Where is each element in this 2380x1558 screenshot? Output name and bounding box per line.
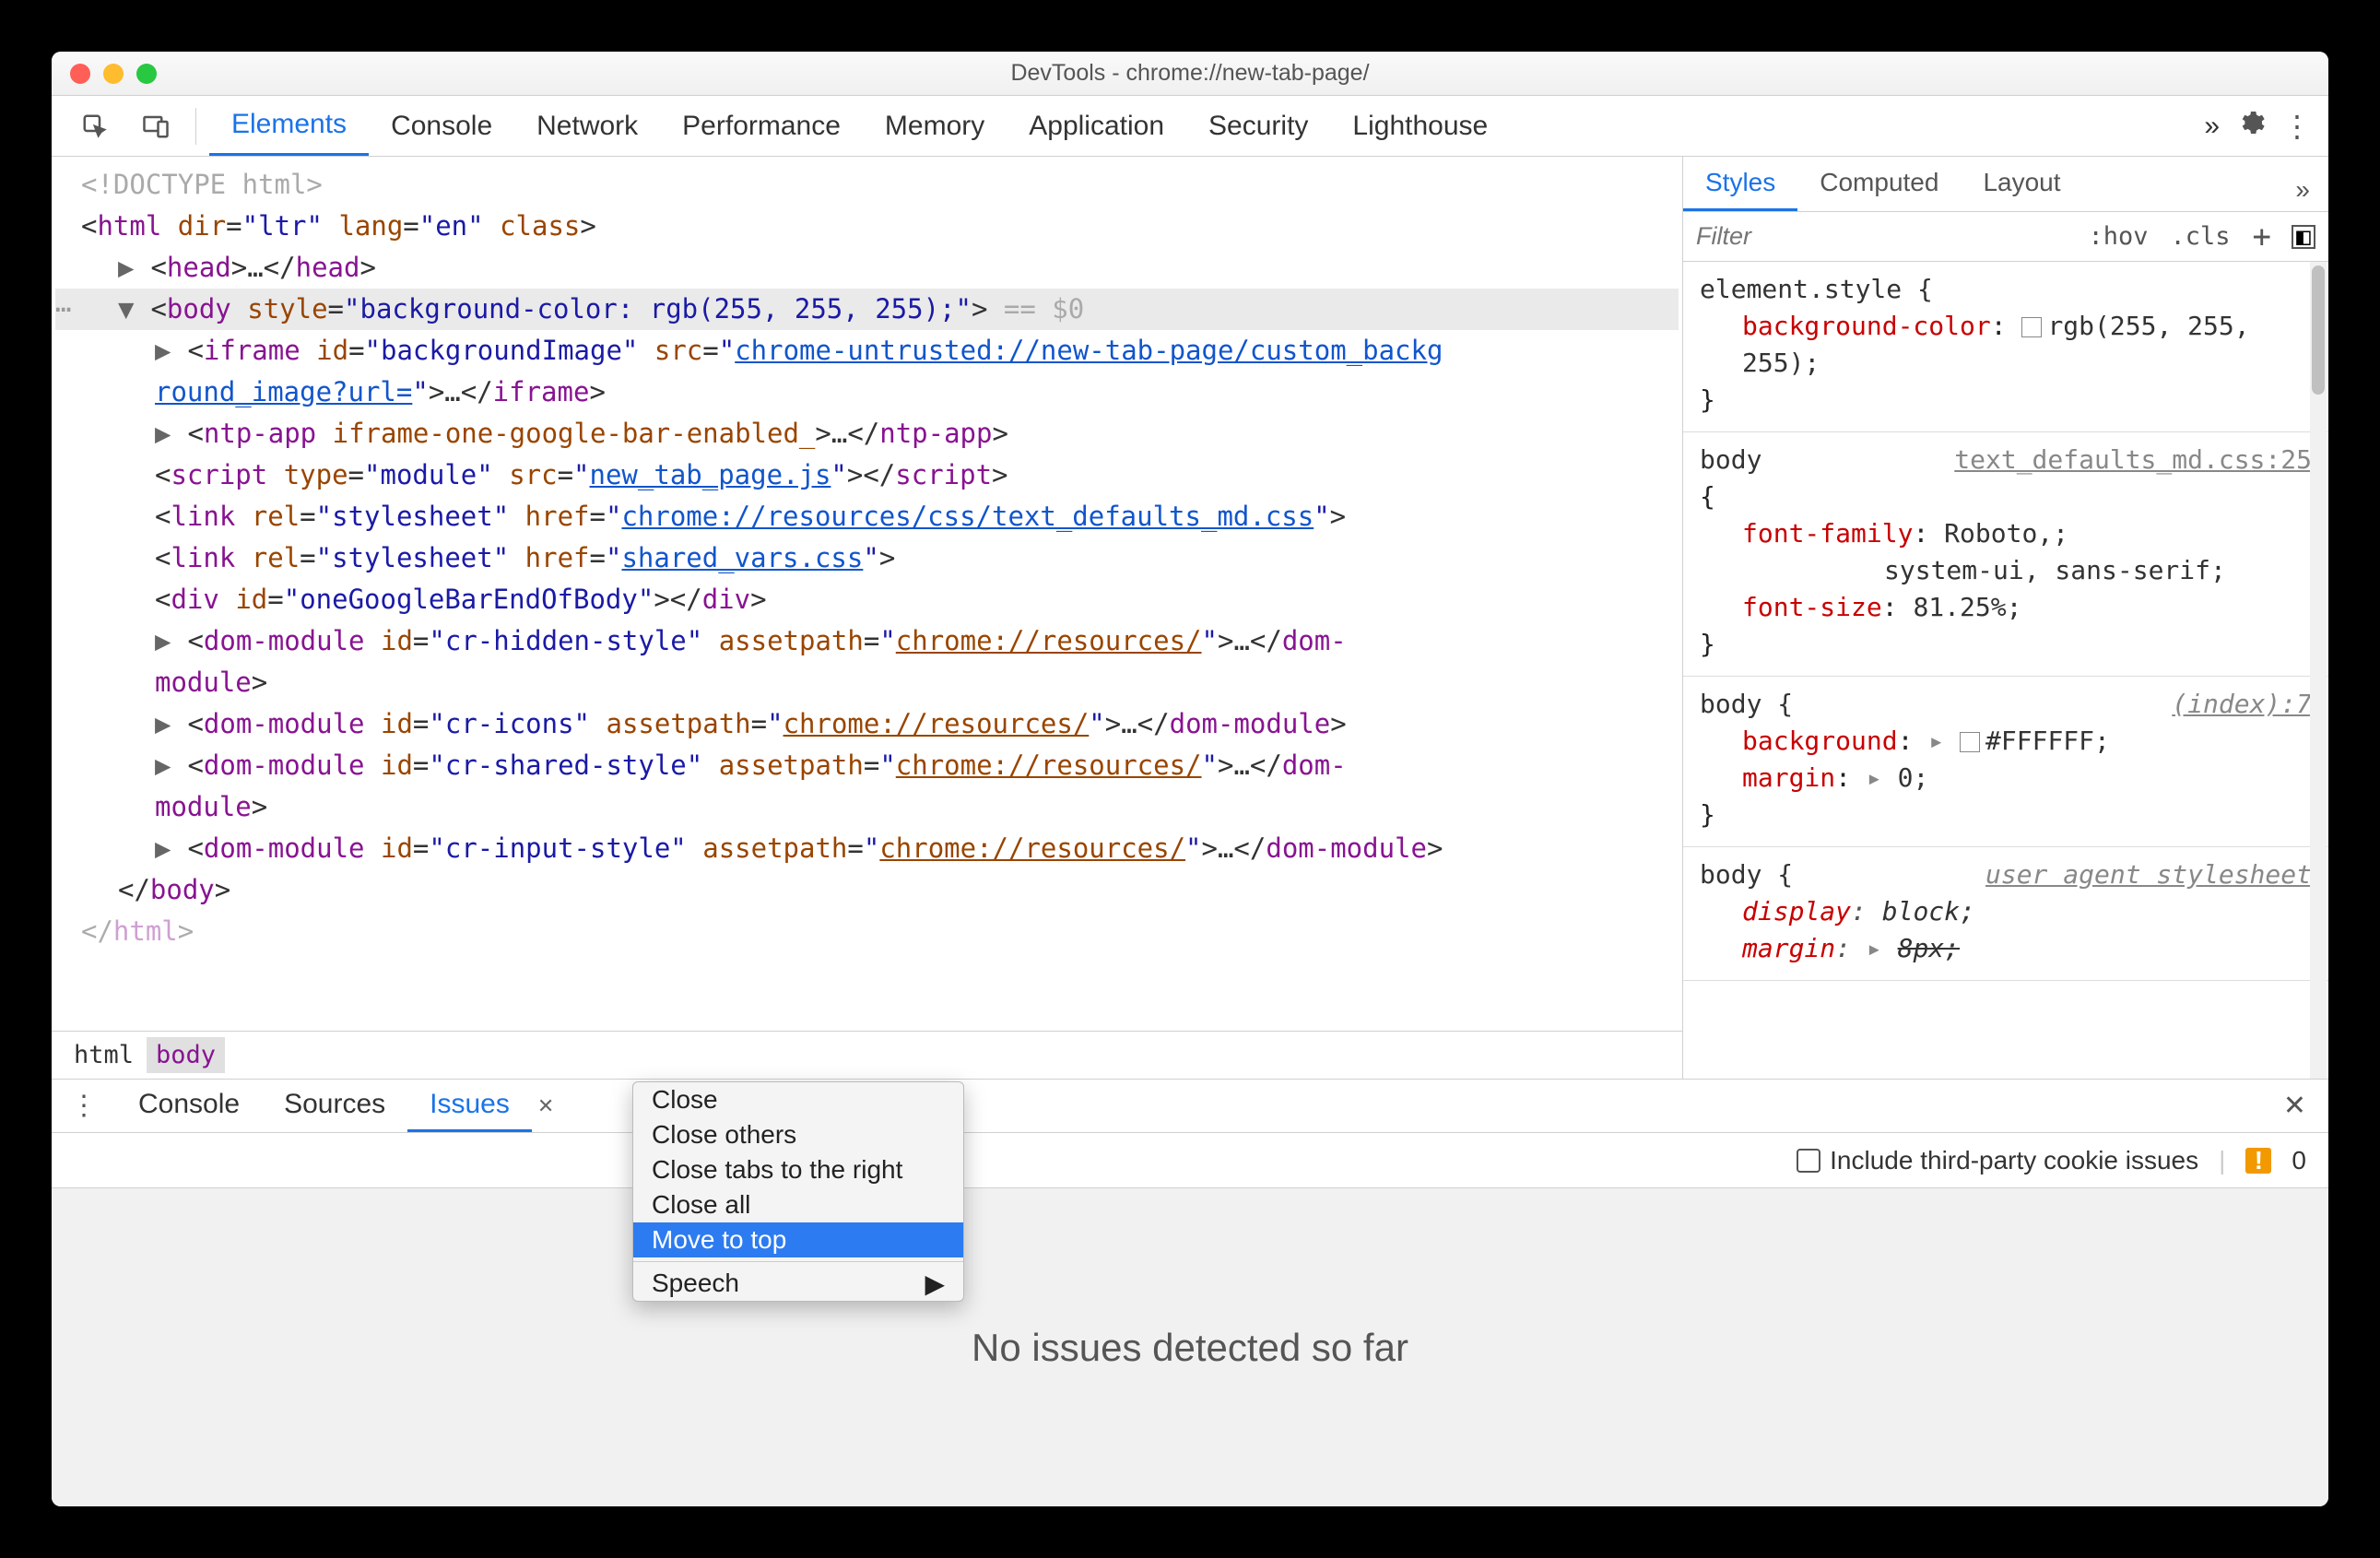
dom-line[interactable]: <link rel="stylesheet" href="chrome://re… bbox=[55, 496, 1679, 537]
style-rule[interactable]: body {(index):7background: ▸ #FFFFFF;mar… bbox=[1683, 677, 2328, 847]
inspect-element-icon[interactable] bbox=[68, 107, 122, 146]
breadcrumb-body[interactable]: body bbox=[147, 1037, 225, 1073]
drawer-close-icon[interactable]: ✕ bbox=[2283, 1090, 2306, 1122]
styles-tab-layout[interactable]: Layout bbox=[1961, 157, 2082, 211]
new-style-rule-icon[interactable]: + bbox=[2242, 218, 2282, 255]
dom-line[interactable]: module> bbox=[55, 786, 1679, 828]
dom-line[interactable]: ▶ <dom-module id="cr-shared-style" asset… bbox=[55, 745, 1679, 786]
main-tab-performance[interactable]: Performance bbox=[660, 96, 863, 156]
style-rule[interactable]: bodytext_defaults_md.css:25{font-family:… bbox=[1683, 432, 2328, 677]
dom-line[interactable]: ⋯▼ <body style="background-color: rgb(25… bbox=[55, 289, 1679, 330]
hov-toggle[interactable]: :hov bbox=[2077, 222, 2159, 251]
dom-line[interactable]: <link rel="stylesheet" href="shared_vars… bbox=[55, 537, 1679, 579]
context-menu-item[interactable]: Move to top bbox=[633, 1222, 963, 1257]
drawer-tab-close-icon[interactable]: ✕ bbox=[537, 1094, 554, 1118]
dom-line[interactable]: </body> bbox=[55, 869, 1679, 911]
styles-tab-computed[interactable]: Computed bbox=[1797, 157, 1961, 211]
dom-line[interactable]: <html dir="ltr" lang="en" class> bbox=[55, 206, 1679, 247]
issues-empty-state: No issues detected so far CloseClose oth… bbox=[52, 1188, 2328, 1506]
context-menu[interactable]: CloseClose othersClose tabs to the right… bbox=[632, 1081, 964, 1302]
dom-line[interactable]: <script type="module" src="new_tab_page.… bbox=[55, 454, 1679, 496]
breadcrumb[interactable]: html body bbox=[52, 1031, 1682, 1079]
context-menu-item[interactable]: Close others bbox=[633, 1117, 963, 1152]
kebab-menu-icon[interactable]: ⋮ bbox=[2282, 109, 2312, 144]
main-tab-elements[interactable]: Elements bbox=[209, 96, 369, 156]
style-rule[interactable]: body {user agent stylesheetdisplay: bloc… bbox=[1683, 847, 2328, 981]
dom-line[interactable]: ▶ <iframe id="backgroundImage" src="chro… bbox=[55, 330, 1679, 372]
main-tab-memory[interactable]: Memory bbox=[863, 96, 1007, 156]
window-titlebar: DevTools - chrome://new-tab-page/ bbox=[52, 52, 2328, 96]
main-tab-application[interactable]: Application bbox=[1007, 96, 1186, 156]
context-menu-item[interactable]: Close tabs to the right bbox=[633, 1152, 963, 1187]
styles-filter-input[interactable] bbox=[1683, 222, 1858, 251]
toggle-sidebar-icon[interactable]: ◧ bbox=[2292, 225, 2315, 249]
main-tab-security[interactable]: Security bbox=[1186, 96, 1330, 156]
dom-line[interactable]: </html> bbox=[55, 911, 1679, 952]
style-rule[interactable]: element.style {background-color: rgb(255… bbox=[1683, 262, 2328, 432]
drawer-tab-issues[interactable]: Issues bbox=[407, 1080, 532, 1132]
issues-warning-icon[interactable]: ! bbox=[2245, 1148, 2271, 1174]
dom-line[interactable]: round_image?url=">…</iframe> bbox=[55, 372, 1679, 413]
dom-line[interactable]: ▶ <ntp-app iframe-one-google-bar-enabled… bbox=[55, 413, 1679, 454]
main-toolbar: ElementsConsoleNetworkPerformanceMemoryA… bbox=[52, 96, 2328, 157]
dom-line[interactable]: <!DOCTYPE html> bbox=[55, 164, 1679, 206]
dom-line[interactable]: ▶ <dom-module id="cr-icons" assetpath="c… bbox=[55, 703, 1679, 745]
dom-line[interactable]: <div id="oneGoogleBarEndOfBody"></div> bbox=[55, 579, 1679, 620]
main-tab-lighthouse[interactable]: Lighthouse bbox=[1330, 96, 1510, 156]
dom-line[interactable]: module> bbox=[55, 662, 1679, 703]
drawer-kebab-icon[interactable]: ⋮ bbox=[52, 1080, 116, 1132]
dom-line[interactable]: ▶ <dom-module id="cr-hidden-style" asset… bbox=[55, 620, 1679, 662]
settings-icon[interactable] bbox=[2236, 108, 2266, 145]
styles-more-tabs-icon[interactable]: » bbox=[2273, 157, 2328, 211]
third-party-cookie-checkbox[interactable]: Include third-party cookie issues bbox=[1797, 1146, 2198, 1175]
drawer-tab-console[interactable]: Console bbox=[116, 1080, 262, 1132]
dom-line[interactable]: ▶ <head>…</head> bbox=[55, 247, 1679, 289]
context-menu-item[interactable]: Speech▶ bbox=[633, 1266, 963, 1301]
window-title: DevTools - chrome://new-tab-page/ bbox=[52, 60, 2328, 87]
main-tab-console[interactable]: Console bbox=[369, 96, 514, 156]
dom-tree[interactable]: <!DOCTYPE html><html dir="ltr" lang="en"… bbox=[52, 157, 1682, 1031]
styles-scrollbar[interactable] bbox=[2310, 262, 2327, 1079]
device-toolbar-icon[interactable] bbox=[129, 107, 183, 146]
more-tabs-icon[interactable]: » bbox=[2204, 111, 2220, 142]
context-menu-item[interactable]: Close bbox=[633, 1082, 963, 1117]
cls-toggle[interactable]: .cls bbox=[2159, 222, 2241, 251]
main-tab-network[interactable]: Network bbox=[514, 96, 660, 156]
styles-tab-styles[interactable]: Styles bbox=[1683, 157, 1797, 211]
drawer-tab-sources[interactable]: Sources bbox=[262, 1080, 407, 1132]
issues-count: 0 bbox=[2292, 1146, 2306, 1175]
context-menu-item[interactable]: Close all bbox=[633, 1187, 963, 1222]
breadcrumb-html[interactable]: html bbox=[65, 1037, 143, 1073]
dom-line[interactable]: ▶ <dom-module id="cr-input-style" assetp… bbox=[55, 828, 1679, 869]
